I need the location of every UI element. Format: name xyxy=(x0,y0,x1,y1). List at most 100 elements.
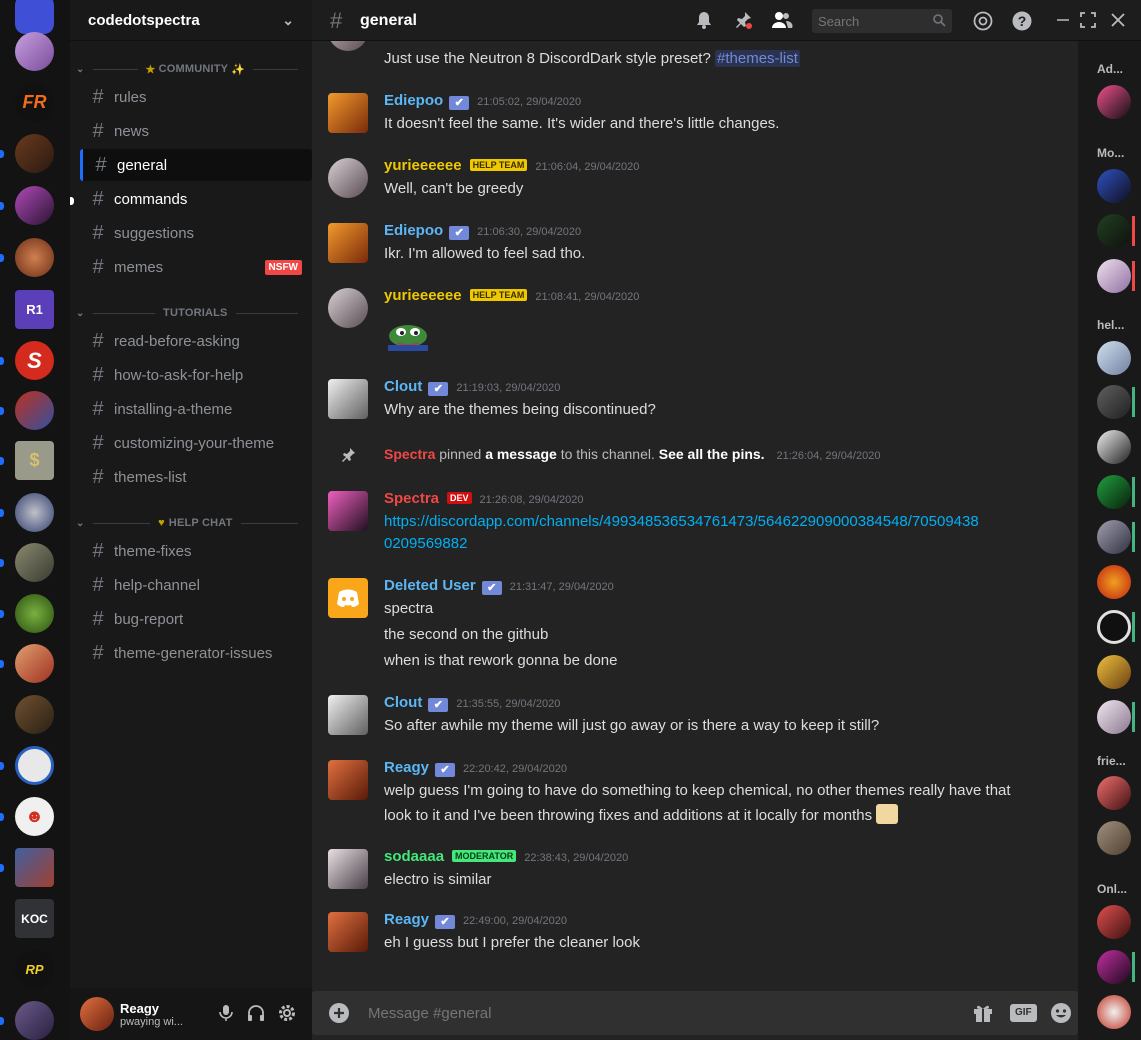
channel-theme-fixes[interactable]: # theme-fixes xyxy=(80,535,312,567)
category-help-chat[interactable]: ⌄ ♥ HELP CHAT xyxy=(76,516,306,530)
member-avatar[interactable] xyxy=(1097,520,1131,554)
channel-customizing-your-theme[interactable]: # customizing-your-theme xyxy=(80,427,312,459)
microphone-icon[interactable] xyxy=(216,1003,236,1023)
channel-commands[interactable]: # commands xyxy=(80,183,312,215)
member-avatar[interactable] xyxy=(1097,85,1131,119)
member-avatar[interactable] xyxy=(1097,700,1131,734)
avatar[interactable] xyxy=(328,93,368,133)
member-avatar[interactable] xyxy=(1097,214,1131,248)
maximize-icon[interactable] xyxy=(1077,10,1099,32)
add-attachment-icon[interactable] xyxy=(328,1002,350,1024)
message-author[interactable]: Deleted User xyxy=(384,577,476,594)
system-actor[interactable]: Spectra xyxy=(384,446,435,462)
message-author[interactable]: sodaaaa xyxy=(384,848,444,865)
gift-icon[interactable] xyxy=(972,1002,994,1024)
members-icon[interactable] xyxy=(771,10,793,32)
server-icon[interactable] xyxy=(15,493,54,532)
member-avatar[interactable] xyxy=(1097,341,1131,375)
message-author[interactable]: yurieeeeee xyxy=(384,287,462,304)
member-avatar[interactable] xyxy=(1097,565,1131,599)
headphones-icon[interactable] xyxy=(246,1003,266,1023)
channel-rules[interactable]: # rules xyxy=(80,81,312,113)
pin-icon[interactable] xyxy=(732,10,754,32)
mention-icon[interactable] xyxy=(972,10,994,32)
channel-installing-a-theme[interactable]: # installing-a-theme xyxy=(80,393,312,425)
avatar[interactable] xyxy=(328,288,368,328)
message-author[interactable]: Reagy xyxy=(384,911,429,928)
member-avatar[interactable] xyxy=(1097,475,1131,509)
server-icon[interactable] xyxy=(15,238,54,277)
channel-help-channel[interactable]: # help-channel xyxy=(80,569,312,601)
emoji-picker-icon[interactable] xyxy=(1050,1002,1072,1024)
member-avatar[interactable] xyxy=(1097,821,1131,855)
avatar[interactable] xyxy=(328,695,368,735)
search-input[interactable] xyxy=(812,9,924,33)
channel-how-to-ask-for-help[interactable]: # how-to-ask-for-help xyxy=(80,359,312,391)
server-icon[interactable]: KOC xyxy=(15,899,54,938)
channel-theme-generator-issues[interactable]: # theme-generator-issues xyxy=(80,637,312,669)
bell-icon[interactable] xyxy=(693,10,715,32)
channel-bug-report[interactable]: # bug-report xyxy=(80,603,312,635)
avatar[interactable] xyxy=(328,491,368,531)
member-avatar[interactable] xyxy=(1097,905,1131,939)
member-avatar[interactable] xyxy=(1097,430,1131,464)
gif-button[interactable]: GIF xyxy=(1010,1004,1037,1022)
server-icon[interactable] xyxy=(15,746,54,785)
message-author[interactable]: Clout xyxy=(384,378,422,395)
avatar[interactable] xyxy=(328,760,368,800)
message-author[interactable]: Spectra xyxy=(384,490,439,507)
avatar[interactable] xyxy=(328,223,368,263)
channel-read-before-asking[interactable]: # read-before-asking xyxy=(80,325,312,357)
message-author[interactable]: Reagy xyxy=(384,759,429,776)
message-input[interactable] xyxy=(368,1001,948,1025)
avatar[interactable] xyxy=(328,41,368,51)
avatar[interactable] xyxy=(328,379,368,419)
server-icon[interactable] xyxy=(15,134,54,173)
avatar[interactable] xyxy=(328,578,368,618)
channel-general[interactable]: # general xyxy=(80,149,312,181)
member-avatar[interactable] xyxy=(1097,169,1131,203)
avatar[interactable] xyxy=(328,912,368,952)
server-icon[interactable] xyxy=(15,644,54,683)
message-author[interactable]: yurieeeeee xyxy=(384,157,462,174)
member-avatar[interactable] xyxy=(1097,385,1131,419)
avatar[interactable] xyxy=(80,997,114,1031)
server-icon[interactable]: ☻ xyxy=(15,797,54,836)
member-avatar[interactable] xyxy=(1097,259,1131,293)
server-icon[interactable] xyxy=(15,0,54,34)
close-icon[interactable] xyxy=(1107,10,1129,32)
minimize-icon[interactable] xyxy=(1052,10,1074,32)
message-author[interactable]: Clout xyxy=(384,694,422,711)
pinned-message-link[interactable]: a message xyxy=(485,446,557,462)
message-author[interactable]: Ediepoo xyxy=(384,222,443,239)
message-link[interactable]: https://discordapp.com/channels/49934853… xyxy=(384,513,979,530)
server-icon[interactable]: S xyxy=(15,341,54,380)
avatar[interactable] xyxy=(328,158,368,198)
category-community[interactable]: ⌄ ★ COMMUNITY ✨ xyxy=(76,62,306,76)
gear-icon[interactable] xyxy=(277,1003,297,1023)
message-input-box[interactable]: GIF xyxy=(312,991,1078,1035)
channel-themes-list[interactable]: # themes-list xyxy=(80,461,312,493)
server-icon[interactable] xyxy=(15,848,54,887)
server-icon[interactable] xyxy=(15,391,54,430)
server-icon[interactable] xyxy=(15,32,54,71)
member-avatar[interactable] xyxy=(1097,610,1131,644)
member-avatar[interactable] xyxy=(1097,776,1131,810)
server-icon[interactable]: R1 xyxy=(15,290,54,329)
member-avatar[interactable] xyxy=(1097,655,1131,689)
avatar[interactable] xyxy=(328,849,368,889)
server-icon[interactable] xyxy=(15,186,54,225)
help-icon[interactable]: ? xyxy=(1011,10,1033,32)
message-link[interactable]: 0209569882 xyxy=(384,535,467,552)
category-tutorials[interactable]: ⌄ TUTORIALS xyxy=(76,306,306,320)
server-icon[interactable]: FR xyxy=(15,83,54,122)
server-icon[interactable]: RP xyxy=(15,950,54,989)
channel-suggestions[interactable]: # suggestions xyxy=(80,217,312,249)
channel-mention-link[interactable]: #themes-list xyxy=(715,50,800,67)
server-header[interactable]: codedotspectra ⌄ xyxy=(70,0,312,41)
member-avatar[interactable] xyxy=(1097,995,1131,1029)
server-icon[interactable] xyxy=(15,594,54,633)
server-icon[interactable]: $ xyxy=(15,441,54,480)
see-all-pins-link[interactable]: See all the pins. xyxy=(659,446,765,462)
server-icon[interactable] xyxy=(15,1001,54,1040)
